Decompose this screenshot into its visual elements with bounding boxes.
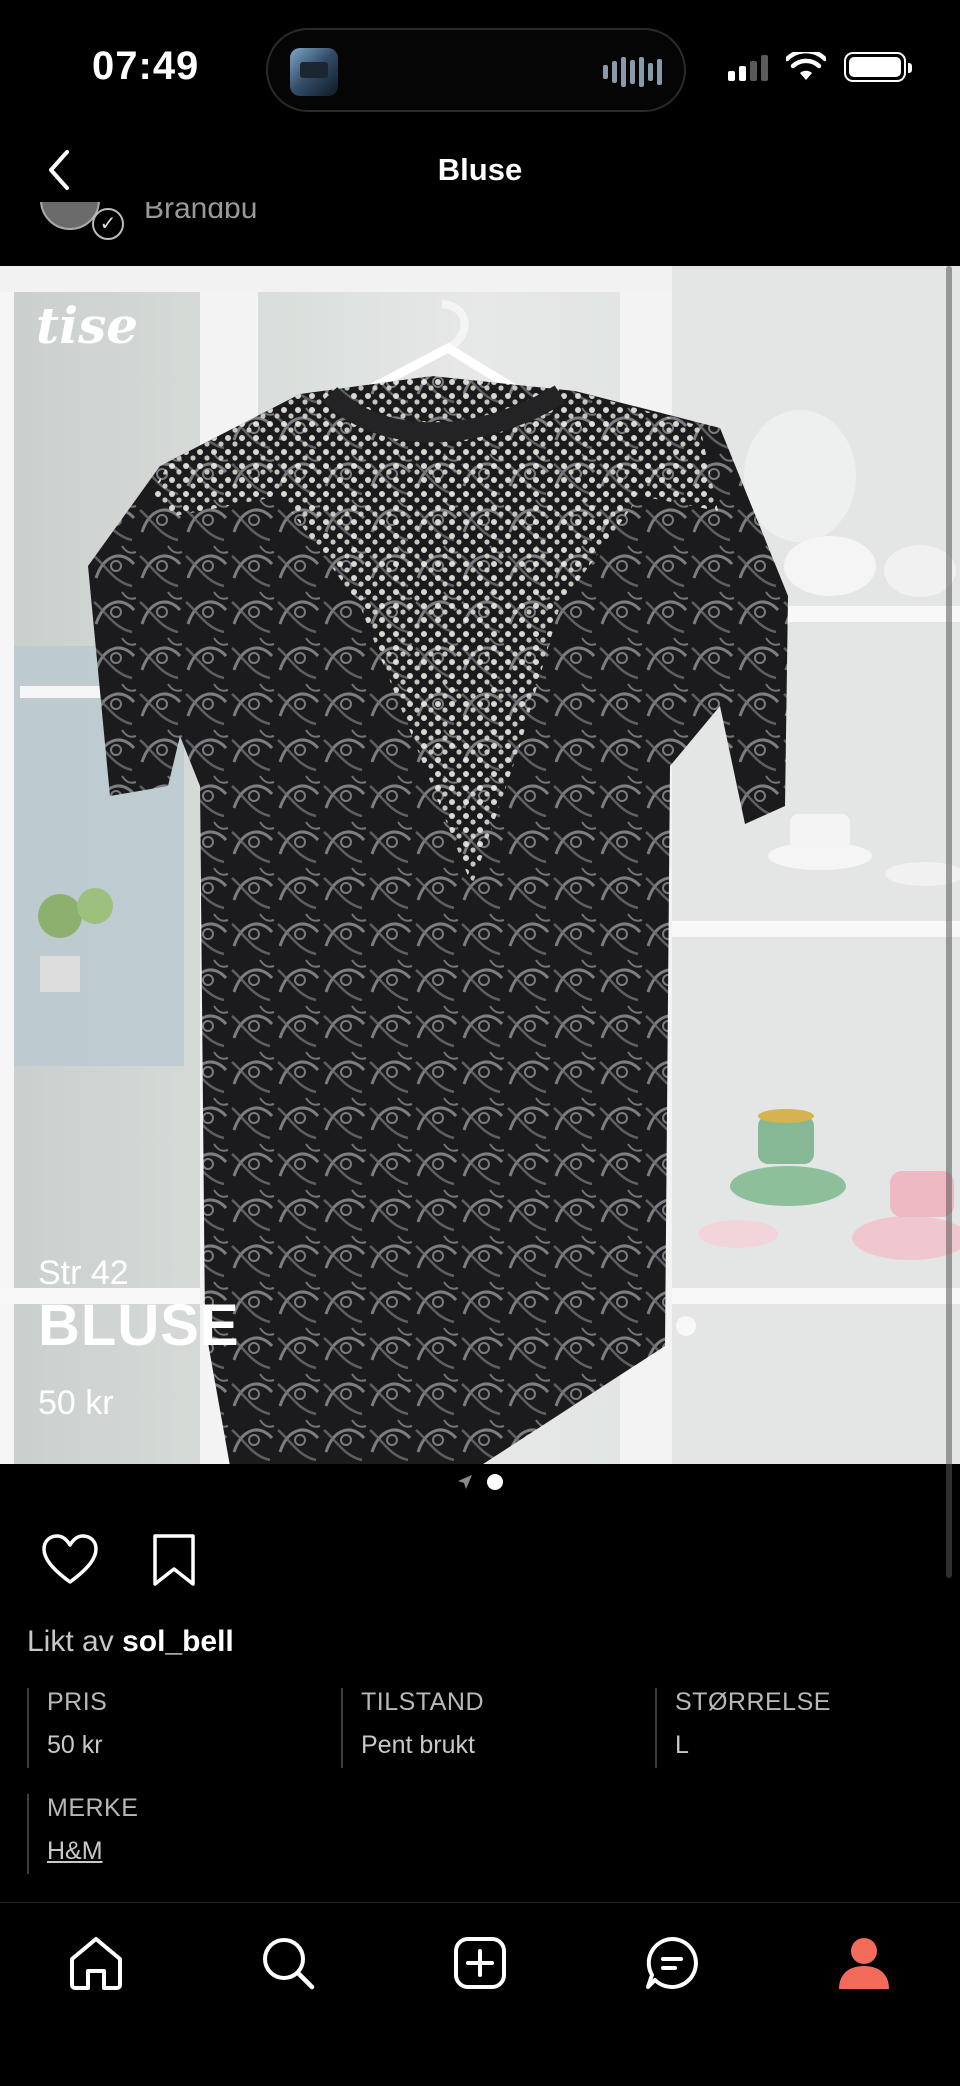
screen: 07:49 Bluse ✓ Brandbu tise Str 42 BLUSE … xyxy=(0,0,960,2086)
product-title-overlay: BLUSE xyxy=(38,1293,240,1358)
status-time: 07:49 xyxy=(92,44,200,88)
attribute-label: MERKE xyxy=(47,1794,139,1822)
liked-by: Likt av sol_bell xyxy=(27,1625,234,1659)
carousel-indicator xyxy=(0,1470,960,1494)
location-arrow-icon xyxy=(458,1475,472,1489)
seller-avatar[interactable] xyxy=(40,202,100,230)
chat-icon xyxy=(646,1937,698,1989)
tab-search[interactable] xyxy=(252,1927,324,1999)
tab-sell[interactable] xyxy=(444,1927,516,1999)
plus-square-icon xyxy=(454,1937,506,1989)
wifi-icon xyxy=(786,52,826,80)
battery-icon xyxy=(844,52,912,82)
product-photo xyxy=(0,266,960,1464)
brand-link[interactable]: H&M xyxy=(47,1837,317,1866)
attribute-size: STØRRELSE L xyxy=(655,1688,935,1768)
action-bar xyxy=(40,1530,204,1590)
tab-messages[interactable] xyxy=(636,1927,708,1999)
bookmark-icon xyxy=(153,1534,195,1586)
save-button[interactable] xyxy=(144,1530,204,1590)
tab-bar xyxy=(0,1902,960,2086)
dynamic-island[interactable] xyxy=(266,28,686,112)
status-bar: 07:49 xyxy=(0,0,960,140)
attribute-value: Pent brukt xyxy=(361,1731,475,1759)
attribute-price: PRIS 50 kr xyxy=(27,1688,317,1768)
home-icon xyxy=(70,1937,122,1990)
search-icon xyxy=(263,1938,315,1990)
attribute-brand: MERKE H&M xyxy=(27,1794,317,1874)
seller-name[interactable]: Brandbu xyxy=(144,202,257,226)
scrollbar[interactable] xyxy=(946,266,952,1578)
attribute-value: L xyxy=(675,1731,689,1759)
user-icon xyxy=(839,1938,889,1989)
product-price-overlay: 50 kr xyxy=(38,1384,114,1422)
liked-by-prefix: Likt av xyxy=(27,1625,114,1658)
status-icons xyxy=(728,52,912,82)
liked-by-user[interactable]: sol_bell xyxy=(122,1625,234,1658)
product-image[interactable]: tise Str 42 BLUSE 50 kr xyxy=(0,266,960,1464)
seller-row[interactable]: ✓ Brandbu xyxy=(0,202,960,266)
like-button[interactable] xyxy=(40,1530,100,1590)
audio-wave-icon xyxy=(603,56,662,88)
attribute-label: TILSTAND xyxy=(361,1688,484,1716)
cellular-signal-icon xyxy=(728,53,768,81)
verified-check-icon: ✓ xyxy=(92,208,124,240)
page-title: Bluse xyxy=(437,152,523,187)
nav-header: Bluse xyxy=(0,140,960,202)
attribute-value: 50 kr xyxy=(47,1731,103,1759)
carousel-dot-active[interactable] xyxy=(487,1474,503,1490)
tab-home[interactable] xyxy=(60,1927,132,1999)
attribute-label: STØRRELSE xyxy=(675,1688,831,1716)
attribute-label: PRIS xyxy=(47,1688,108,1716)
heart-icon xyxy=(42,1534,98,1584)
attribute-condition: TILSTAND Pent brukt xyxy=(341,1688,631,1768)
tise-logo: tise xyxy=(36,296,139,355)
product-size-overlay: Str 42 xyxy=(38,1254,129,1292)
tab-profile[interactable] xyxy=(828,1927,900,1999)
now-playing-artwork xyxy=(290,48,338,96)
